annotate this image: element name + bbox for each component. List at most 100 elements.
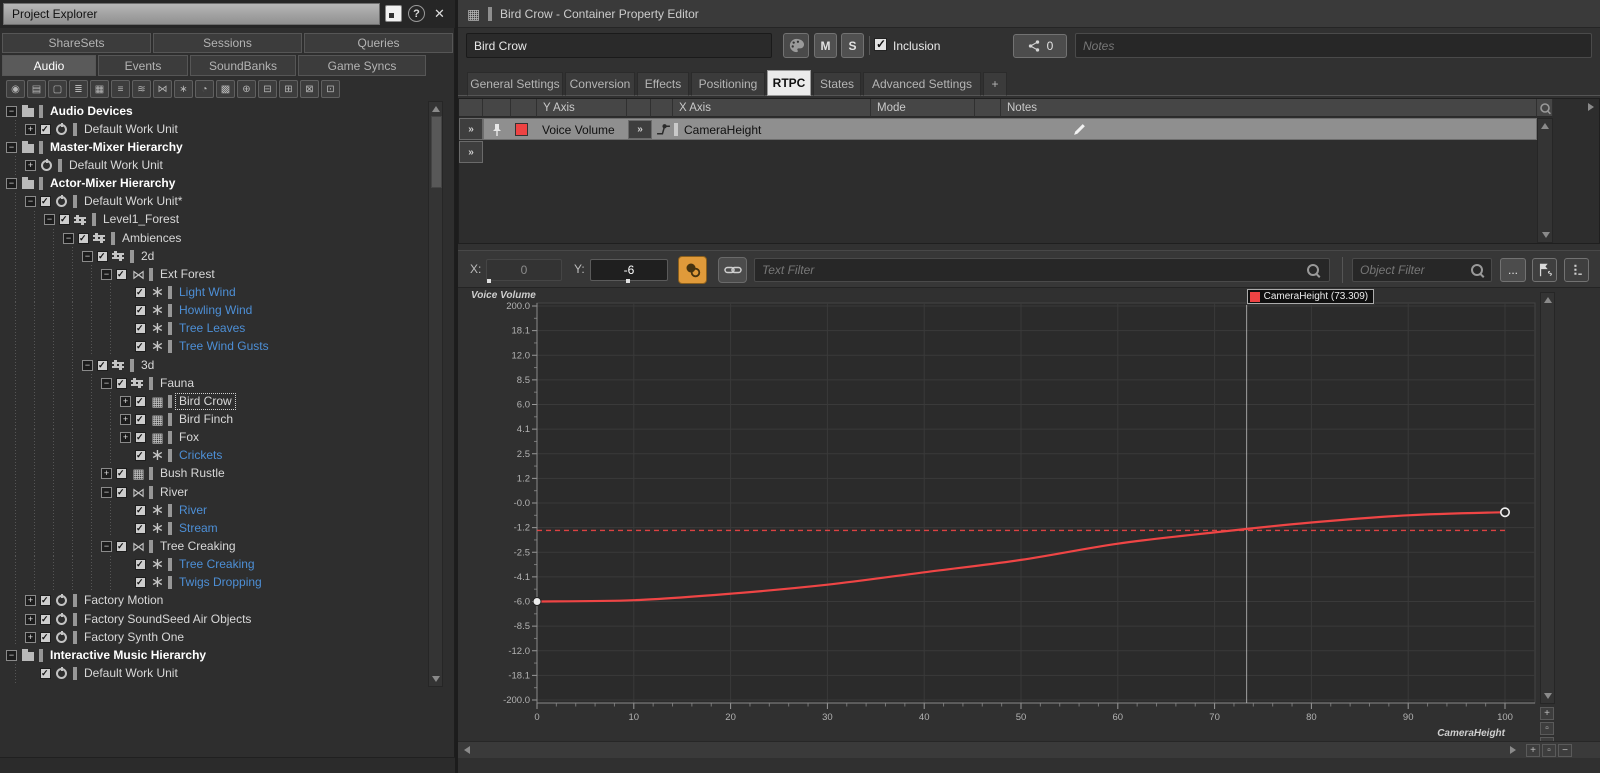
tree-item-label[interactable]: 2d [138,249,157,264]
tree-item[interactable]: −Level1_Forest [6,211,426,229]
tab-game-syncs[interactable]: Game Syncs [298,55,426,76]
tree-item-label[interactable]: Tree Creaking [176,557,258,572]
object-name-input[interactable]: Bird Crow [466,33,772,58]
rtpc-row[interactable]: Voice Volume » CameraHeight [483,118,1537,140]
tree-item[interactable]: −Actor-Mixer Hierarchy [6,175,426,193]
tree-checkbox[interactable] [135,559,146,570]
tree-item-label[interactable]: Tree Wind Gusts [176,339,272,354]
tree-item[interactable]: ∗Twigs Dropping [6,574,426,592]
tree-item[interactable]: −Default Work Unit* [6,193,426,211]
tree-item[interactable]: +▦Fox [6,429,426,447]
zoom-out-button[interactable]: − [1558,744,1572,757]
tree-checkbox[interactable] [59,214,70,225]
tree-item-label[interactable]: Default Work Unit [66,158,166,173]
tree-checkbox[interactable] [40,196,51,207]
collapse-icon[interactable]: − [6,106,17,117]
tree-item[interactable]: −Fauna [6,374,426,392]
effect-icon[interactable]: ▩ [216,80,235,98]
tab-sharesets[interactable]: ShareSets [2,33,151,53]
zoom-in-button[interactable]: + [1540,707,1554,720]
tree-item[interactable]: +Factory SoundSeed Air Objects [6,610,426,628]
tab-states[interactable]: States [813,72,861,96]
tree-item-label[interactable]: Default Work Unit [81,122,181,137]
collapse-icon[interactable]: − [101,269,112,280]
tree-checkbox[interactable] [40,124,51,135]
workunit-icon[interactable]: ◉ [6,80,25,98]
tab-rtpc[interactable]: RTPC [767,70,811,96]
float-view-button[interactable] [385,5,402,22]
collapse-icon[interactable]: − [82,360,93,371]
table-scrollbar[interactable] [1537,118,1553,243]
tab-soundbanks[interactable]: SoundBanks [190,55,296,76]
tab-advanced-settings[interactable]: Advanced Settings [863,72,981,96]
expand-icon[interactable]: + [120,396,131,407]
tree-item-label[interactable]: 3d [138,358,157,373]
music-segment-icon[interactable]: ⊟ [258,80,277,98]
music-track-icon[interactable]: ⊡ [321,80,340,98]
zoom-fit-button[interactable]: ▫ [1540,722,1554,735]
sound-sfx-icon[interactable]: ∗ [174,80,193,98]
switch-container-icon[interactable]: ≋ [132,80,151,98]
tree-item-label[interactable]: Tree Creaking [157,539,239,554]
expand-icon[interactable]: + [25,595,36,606]
tree-item-label[interactable]: Factory Synth One [81,630,187,645]
drag-handle[interactable] [626,279,630,283]
collapse-icon[interactable]: − [25,196,36,207]
physical-folder-icon[interactable]: ▤ [27,80,46,98]
tree-checkbox[interactable] [116,378,127,389]
column-header-y-axis[interactable]: Y Axis [537,99,627,117]
tree-item-label[interactable]: Interactive Music Hierarchy [47,648,209,663]
tree-item[interactable]: −Master-Mixer Hierarchy [6,138,426,156]
sequence-container-icon[interactable]: ≡ [111,80,130,98]
expand-icon[interactable]: + [101,468,112,479]
tab-positioning[interactable]: Positioning [691,72,765,96]
rtpc-x-axis-value[interactable]: CameraHeight [684,123,761,137]
tree-item[interactable]: ∗Tree Leaves [6,320,426,338]
color-picker-button[interactable] [783,33,809,58]
tree-checkbox[interactable] [135,341,146,352]
tree-checkbox[interactable] [135,577,146,588]
tree-item[interactable]: −Ambiences [6,229,426,247]
edit-pencil-icon[interactable] [1072,122,1087,137]
column-header-notes[interactable]: Notes [1001,99,1537,117]
tree-checkbox[interactable] [40,595,51,606]
chart-vscrollbar[interactable] [1540,292,1555,704]
tree-item-label[interactable]: Light Wind [176,285,239,300]
tree-item[interactable]: +▦Bush Rustle [6,465,426,483]
expand-icon[interactable]: + [25,160,36,171]
tree-hscrollbar[interactable] [0,757,455,773]
tree-checkbox[interactable] [135,505,146,516]
help-button[interactable]: ? [408,5,425,22]
inclusion-checkbox[interactable] [874,38,887,51]
tree-item[interactable]: ∗Tree Wind Gusts [6,338,426,356]
music-switch-icon[interactable]: ⊠ [300,80,319,98]
x-coord-input[interactable]: 0 [486,259,562,281]
tab-general-settings[interactable]: General Settings [467,72,563,96]
tree-item-label[interactable]: Default Work Unit [81,666,181,681]
tree-checkbox[interactable] [135,523,146,534]
tree-item-label[interactable]: River [176,503,210,518]
tree-item[interactable]: − 3d [6,356,426,374]
text-filter-input[interactable]: Text Filter [754,258,1330,282]
tree-checkbox[interactable] [116,487,127,498]
tree-item[interactable]: −Interactive Music Hierarchy [6,646,426,664]
tree-checkbox[interactable] [78,233,89,244]
tree-item[interactable]: ∗Light Wind [6,283,426,301]
follow-source-button[interactable] [1532,258,1557,282]
tab-audio[interactable]: Audio [2,55,96,76]
tree-checkbox[interactable] [135,305,146,316]
tree-checkbox[interactable] [135,287,146,298]
tree-item[interactable]: −Audio Devices [6,102,426,120]
tree-item[interactable]: +▦Bird Crow [6,392,426,410]
tree-item[interactable]: −⋈River [6,483,426,501]
y-coord-input[interactable]: -6 [590,259,668,281]
tree-checkbox[interactable] [40,614,51,625]
drag-handle[interactable] [487,279,491,283]
panel-expand-handle[interactable] [1588,103,1594,111]
tree-checkbox[interactable] [116,468,127,479]
tree-item[interactable]: + Default Work Unit [6,156,426,174]
collapse-icon[interactable]: − [101,378,112,389]
tree-item-label[interactable]: Crickets [176,448,225,463]
expand-icon[interactable]: + [25,614,36,625]
collapse-icon[interactable]: − [63,233,74,244]
